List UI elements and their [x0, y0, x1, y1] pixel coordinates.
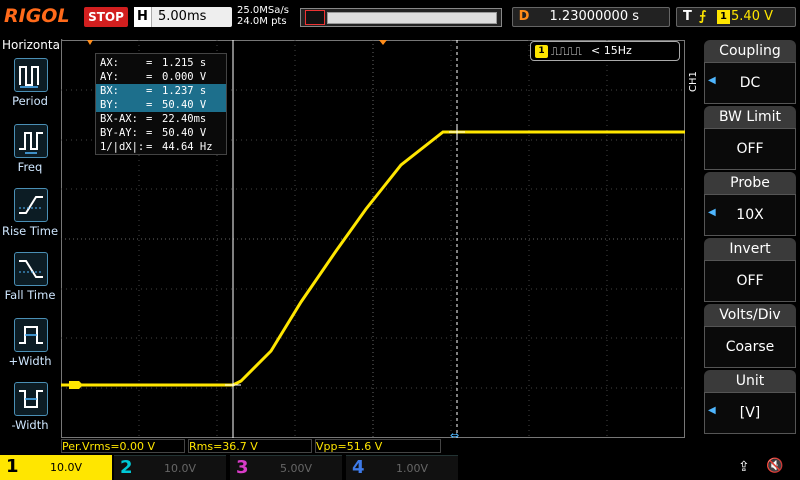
measure-rise-time[interactable]: Rise Time	[0, 188, 60, 248]
trigger-position-marker	[379, 40, 387, 45]
coupling-value: DC	[704, 62, 796, 104]
measurement-vpp: Vpp=51.6 V	[315, 439, 441, 453]
fall-time-icon	[14, 252, 48, 286]
memory-map	[300, 8, 502, 27]
select-arrow-icon: ◀	[708, 207, 716, 218]
measure-positive-width-label: +Width	[8, 354, 52, 368]
measure-freq-label: Freq	[17, 160, 43, 174]
ch3-number: 3	[236, 457, 249, 478]
cursor-row-inv-dx: 1/|dX|: = 44.64 Hz	[100, 141, 213, 153]
counter-value: < 15Hz	[591, 44, 632, 57]
sample-rate: 25.0MSa/s	[237, 5, 289, 16]
bw-limit-title: BW Limit	[704, 106, 796, 128]
menu-title: Horizontal	[2, 38, 64, 52]
channel-strip: 1 10.0V 2 10.0V 3 5.00V 4 1.00V	[0, 455, 800, 480]
counter-channel: 1	[535, 45, 548, 58]
measure-fall-time[interactable]: Fall Time	[0, 252, 60, 312]
period-icon	[14, 58, 48, 92]
invert-title: Invert	[704, 238, 796, 260]
horizontal-measure-menu: Horizontal Period Freq Rise Time Fall Ti…	[0, 38, 64, 438]
ch2-scale: 10.0V	[164, 462, 197, 475]
speaker-mute-icon[interactable]: 🔇	[766, 458, 783, 474]
delay-value: 1.23000000 s	[549, 9, 639, 24]
ch1-status[interactable]: 1 10.0V	[0, 455, 112, 480]
cursor-readout: AX: = 1.215 s AY: = 0.000 V BX: = 1.237 s BY: =…	[95, 53, 227, 155]
freq-icon	[14, 124, 48, 158]
memory-waveform-overview	[327, 12, 497, 24]
delay-box[interactable]: D 1.23000000 s	[512, 7, 670, 27]
cursor-row-bx: BX: = 1.237 s	[96, 84, 226, 98]
cursor-row-by-ay: BY-AY: = 50.40 V	[100, 127, 207, 139]
measure-negative-width-label: -Width	[11, 418, 49, 432]
measure-rise-time-label: Rise Time	[1, 224, 59, 238]
view-window-marker	[305, 10, 325, 25]
ch3-scale: 5.00V	[280, 462, 313, 475]
sample-info: 25.0MSa/s 24.0M pts	[237, 5, 289, 27]
run-stop-status[interactable]: STOP	[84, 7, 128, 27]
negative-width-icon	[14, 382, 48, 416]
unit-softkey[interactable]: Unit [V] ◀	[704, 370, 796, 434]
memory-depth: 24.0M pts	[237, 16, 287, 27]
positive-width-icon	[14, 318, 48, 352]
measure-positive-width[interactable]: +Width	[0, 318, 60, 378]
measurement-rms: Rms=36.7 V	[188, 439, 312, 453]
volts-div-value: Coarse	[704, 326, 796, 368]
brand-logo: RIGOL	[4, 5, 70, 27]
horizontal-timebase[interactable]: H 5.00ms	[134, 7, 232, 27]
volts-div-softkey[interactable]: Volts/Div Coarse	[704, 304, 796, 368]
select-arrow-icon: ◀	[708, 405, 716, 416]
measurement-per-vrms: Per.Vrms=0.00 V	[61, 439, 185, 453]
bw-limit-value: OFF	[704, 128, 796, 170]
measure-fall-time-label: Fall Time	[4, 288, 56, 302]
measure-period-label: Period	[12, 94, 48, 108]
bw-limit-softkey[interactable]: BW Limit OFF	[704, 106, 796, 170]
cursor-row-by: BY: = 50.40 V	[96, 98, 226, 112]
cursor-row-ax: AX: = 1.215 s	[100, 57, 207, 69]
cursor-b-marker	[449, 124, 465, 140]
ch1-ground-marker	[69, 381, 83, 389]
select-arrow-icon: ◀	[708, 75, 716, 86]
ch1-scale: 10.0V	[50, 461, 83, 474]
horizontal-position-marker: ⇔	[450, 429, 460, 442]
volts-div-title: Volts/Div	[704, 304, 796, 326]
ch1-number: 1	[6, 456, 19, 477]
probe-softkey[interactable]: Probe 10X ◀	[704, 172, 796, 236]
ch1-trace	[61, 130, 685, 387]
probe-title: Probe	[704, 172, 796, 194]
trigger-source: 1	[717, 10, 730, 24]
ch2-status[interactable]: 2 10.0V	[114, 455, 226, 480]
invert-softkey[interactable]: Invert OFF	[704, 238, 796, 302]
unit-title: Unit	[704, 370, 796, 392]
coupling-softkey[interactable]: Coupling DC ◀	[704, 40, 796, 104]
probe-value: 10X	[704, 194, 796, 236]
invert-value: OFF	[704, 260, 796, 302]
ch4-scale: 1.00V	[396, 462, 429, 475]
unit-value: [V]	[704, 392, 796, 434]
cursor-row-ay: AY: = 0.000 V	[100, 71, 207, 83]
oscilloscope-screen: RIGOL STOP H 5.00ms 25.0MSa/s 24.0M pts …	[0, 0, 800, 480]
ch2-number: 2	[120, 457, 133, 478]
coupling-title: Coupling	[704, 40, 796, 62]
pulse-icon: ⎍⎍⎍⎍	[551, 45, 582, 58]
trigger-box[interactable]: T ⨍ 1 5.40 V	[676, 7, 796, 27]
cursor-a-marker	[225, 377, 241, 393]
channel-menu-title: CH1	[688, 71, 699, 92]
timebase-value: 5.00ms	[158, 9, 207, 24]
ch3-status[interactable]: 3 5.00V	[230, 455, 342, 480]
pretrigger-marker	[87, 40, 93, 45]
measure-period[interactable]: Period	[0, 58, 60, 118]
ch4-status[interactable]: 4 1.00V	[346, 455, 458, 480]
ch4-number: 4	[352, 457, 365, 478]
rising-edge-icon: ⨍	[699, 9, 707, 24]
horizontal-label: H	[134, 7, 152, 27]
delay-label: D	[518, 9, 530, 24]
rise-time-icon	[14, 188, 48, 222]
cursor-row-bx-ax: BX-AX: = 22.40ms	[100, 113, 207, 125]
trigger-label: T	[683, 9, 692, 24]
usb-icon: ⇪	[738, 459, 750, 475]
trigger-level: 5.40 V	[731, 9, 773, 24]
frequency-counter: 1 ⎍⎍⎍⎍ < 15Hz	[530, 41, 680, 61]
measure-freq[interactable]: Freq	[0, 124, 60, 184]
measure-negative-width[interactable]: -Width	[0, 382, 60, 442]
